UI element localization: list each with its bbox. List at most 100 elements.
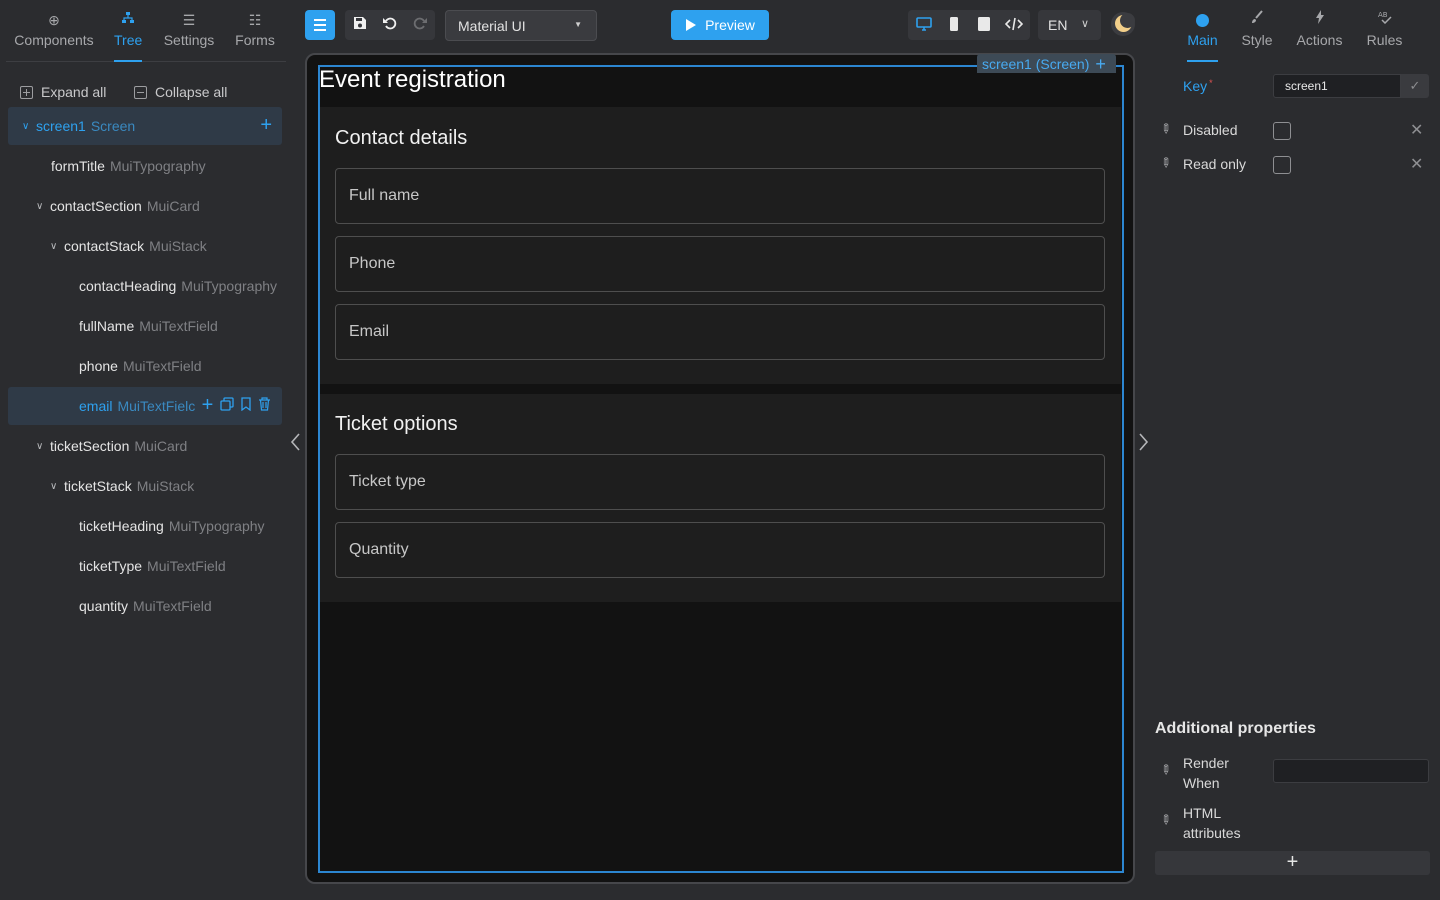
add-icon[interactable]: +: [1095, 55, 1106, 73]
pin-icon[interactable]: ✎: [1156, 810, 1175, 829]
tree-item-contactHeading[interactable]: contactHeading MuiTypography: [8, 267, 282, 305]
undo-icon[interactable]: [380, 15, 400, 35]
save-icon[interactable]: [350, 15, 370, 35]
tree-item-name: ticketStack: [64, 478, 132, 494]
screen-tag[interactable]: screen1 (Screen) +: [977, 54, 1116, 73]
plus-square-icon: [20, 85, 33, 99]
tree-item-ticketType[interactable]: ticketType MuiTextField: [8, 547, 282, 585]
trash-icon[interactable]: [257, 397, 272, 414]
tab-main-label: Main: [1187, 32, 1218, 48]
key-input[interactable]: screen1: [1273, 74, 1401, 98]
read-only-checkbox[interactable]: [1273, 156, 1291, 174]
tree-item-contactSection[interactable]: ∨ contactSection MuiCard: [8, 187, 282, 225]
key-label: Key *: [1183, 78, 1213, 94]
tree-item-phone[interactable]: phone MuiTextField: [8, 347, 282, 385]
html-attributes-label: HTML attributes: [1183, 803, 1241, 843]
theme-select[interactable]: Material UI ▼: [445, 10, 597, 41]
tree-item-type: MuiTypography: [168, 518, 265, 534]
menu-button[interactable]: [305, 10, 335, 40]
ticket-section-card[interactable]: Ticket options Ticket type Quantity: [320, 394, 1121, 602]
tree-item-contactStack[interactable]: ∨ contactStack MuiStack: [8, 227, 282, 265]
add-property-button[interactable]: +: [1155, 851, 1430, 875]
pin-icon[interactable]: ✎: [1156, 153, 1175, 172]
collapse-left-panel-icon[interactable]: [289, 432, 301, 458]
ticket-type-field[interactable]: Ticket type: [335, 454, 1105, 510]
form-title[interactable]: Event registration: [319, 66, 506, 94]
chevron-down-icon[interactable]: ∨: [50, 241, 64, 252]
tab-actions-label: Actions: [1296, 32, 1343, 48]
preview-button[interactable]: Preview: [671, 10, 769, 40]
theme-toggle-moon-icon[interactable]: [1111, 12, 1135, 36]
redo-icon[interactable]: [410, 15, 430, 35]
read-only-label: Read only: [1183, 156, 1247, 172]
collapse-right-panel-icon[interactable]: [1138, 432, 1150, 458]
tree-item-formTitle[interactable]: formTitle MuiTypography: [8, 147, 282, 185]
collapse-all-label: Collapse all: [155, 84, 228, 100]
mobile-icon[interactable]: [944, 16, 964, 34]
screen-tag-label: screen1 (Screen): [982, 55, 1090, 72]
close-icon[interactable]: ✕: [1410, 120, 1423, 140]
collapse-all-button[interactable]: Collapse all: [134, 84, 227, 100]
device-switcher: [908, 10, 1030, 40]
add-child-icon[interactable]: +: [260, 115, 272, 135]
left-panel: ⊕ Components Tree ☰ Settings ☷ Forms Exp…: [0, 0, 292, 900]
tree-item-quantity[interactable]: quantity MuiTextField: [8, 587, 282, 625]
row-actions: +: [198, 395, 272, 415]
chevron-down-icon[interactable]: ∨: [50, 481, 64, 492]
tree-item-name: phone: [79, 358, 118, 374]
tab-forms[interactable]: ☷ Forms: [234, 10, 276, 48]
tree-item-ticketSection[interactable]: ∨ ticketSection MuiCard: [8, 427, 282, 465]
render-when-input[interactable]: [1273, 759, 1429, 783]
tree-item-type: MuiTextFielc: [117, 398, 196, 414]
ticket-heading[interactable]: Ticket options: [335, 413, 458, 436]
contact-heading[interactable]: Contact details: [335, 127, 467, 150]
quantity-field[interactable]: Quantity: [335, 522, 1105, 578]
right-tabs: Main Style Actions AB Rules: [1155, 0, 1433, 62]
additional-properties-title: Additional properties: [1155, 720, 1316, 737]
close-icon[interactable]: ✕: [1410, 154, 1423, 174]
tab-rules[interactable]: AB Rules: [1366, 10, 1403, 48]
tab-main[interactable]: Main: [1187, 10, 1218, 62]
expand-all-button[interactable]: Expand all: [20, 84, 106, 100]
bookmark-icon[interactable]: [238, 397, 253, 414]
tree-item-type: MuiTextField: [133, 598, 212, 614]
hamburger-icon: [314, 19, 326, 31]
contact-section-card[interactable]: Contact details Full name Phone Email: [320, 107, 1121, 384]
tab-settings[interactable]: ☰ Settings: [163, 10, 215, 48]
email-field[interactable]: Email: [335, 304, 1105, 360]
pin-icon[interactable]: ✎: [1156, 119, 1175, 138]
tree-item-type: MuiTextField: [147, 558, 226, 574]
tree-item-name: email: [79, 398, 113, 414]
tree-item-email[interactable]: email MuiTextFielc +: [8, 387, 282, 425]
disabled-checkbox[interactable]: [1273, 122, 1291, 140]
tree-item-name: contactStack: [64, 238, 145, 254]
desktop-icon[interactable]: [914, 16, 934, 34]
pin-icon[interactable]: ✎: [1156, 760, 1175, 779]
tree-item-ticketStack[interactable]: ∨ ticketStack MuiStack: [8, 467, 282, 505]
tab-forms-label: Forms: [235, 32, 275, 48]
tree-item-ticketHeading[interactable]: ticketHeading MuiTypography: [8, 507, 282, 545]
tab-tree[interactable]: Tree: [114, 10, 142, 62]
chevron-down-icon[interactable]: ∨: [36, 201, 50, 212]
chevron-down-icon: ∨: [1080, 18, 1089, 30]
language-select[interactable]: EN ∨: [1038, 10, 1101, 40]
chevron-down-icon: ∨: [22, 120, 30, 132]
tree-item-screen1[interactable]: ∨ screen1 Screen +: [8, 107, 282, 145]
code-icon[interactable]: [1004, 16, 1024, 34]
tree-item-name: ticketSection: [50, 438, 130, 454]
check-icon[interactable]: ✓: [1401, 74, 1429, 98]
plus-circle-icon: ⊕: [48, 12, 60, 28]
duplicate-icon[interactable]: [219, 397, 234, 414]
chevron-down-icon[interactable]: ∨: [36, 441, 50, 452]
tab-actions[interactable]: Actions: [1296, 10, 1343, 48]
tab-components[interactable]: ⊕ Components: [14, 10, 94, 48]
render-when-line2: When: [1183, 775, 1220, 791]
form-builder-app: ⊕ Components Tree ☰ Settings ☷ Forms Exp…: [0, 0, 1440, 900]
full-name-field[interactable]: Full name: [335, 168, 1105, 224]
tree-item-fullName[interactable]: fullName MuiTextField: [8, 307, 282, 345]
tree-item-type: MuiCard: [134, 438, 188, 454]
phone-field[interactable]: Phone: [335, 236, 1105, 292]
add-icon[interactable]: +: [200, 395, 215, 415]
tab-style[interactable]: Style: [1241, 10, 1273, 48]
tablet-icon[interactable]: [974, 16, 994, 34]
